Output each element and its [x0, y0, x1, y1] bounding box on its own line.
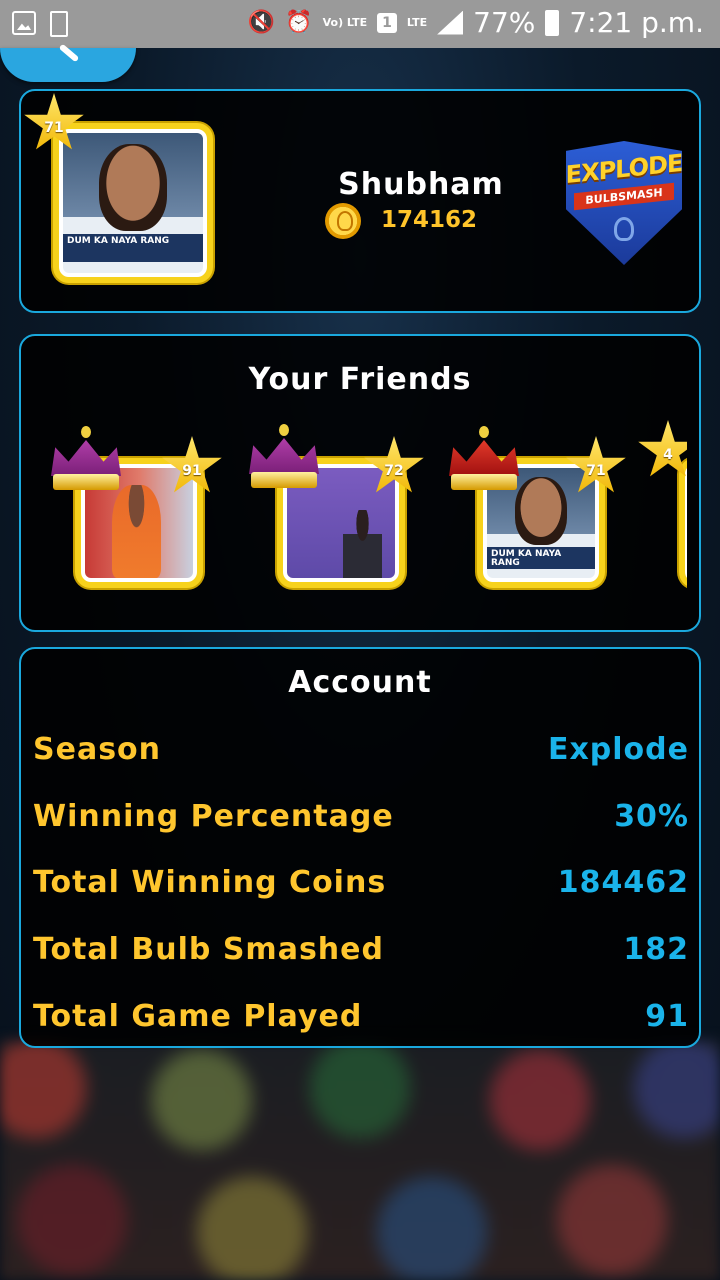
stat-label: Total Game Played	[33, 998, 363, 1034]
stat-value: 184462	[557, 864, 689, 900]
battery-icon	[545, 9, 560, 36]
friend-level: 71	[586, 463, 606, 479]
stat-label: Total Winning Coins	[33, 864, 387, 900]
sim-slot-indicator: 1	[377, 12, 397, 33]
stat-label: Winning Percentage	[33, 798, 394, 834]
mute-icon: 🔇	[247, 10, 276, 35]
friend-level: 4	[663, 447, 673, 463]
stat-row-total-winning-coins: Total Winning Coins 184462	[33, 862, 689, 902]
signal-icon	[437, 10, 464, 35]
friend-level: 91	[182, 463, 202, 479]
profile-panel: DUM KA NAYA RANG 71 Shubham 174162 EXPLO…	[19, 89, 701, 313]
friends-title: Your Friends	[248, 362, 472, 397]
gallery-notification-icon	[12, 11, 36, 35]
stat-row-winning-percentage: Winning Percentage 30%	[33, 796, 689, 836]
crown-icon	[247, 424, 321, 488]
season-badge[interactable]: EXPLODE BULBSMASH	[560, 133, 688, 267]
clock: 7:21 p.m.	[569, 6, 704, 39]
avatar-caption: DUM KA NAYA RANG	[63, 233, 203, 262]
friend-photo-caption: DUM KA NAYA RANG	[487, 547, 595, 570]
bulb-icon	[614, 217, 634, 241]
level-value: 71	[44, 120, 64, 136]
stat-value: 182	[623, 931, 689, 967]
stat-value: 91	[645, 998, 689, 1034]
friends-list[interactable]: 91 72 DUM KA NAYA RANG 71 4	[23, 416, 687, 596]
crown-icon	[49, 426, 123, 490]
friend-avatar[interactable]	[679, 458, 687, 588]
battery-percent: 77%	[473, 6, 536, 39]
crown-icon	[447, 426, 521, 490]
blurred-game-board	[0, 1040, 720, 1280]
coin-balance: 174162	[381, 207, 478, 233]
stat-label: Season	[33, 731, 162, 767]
stat-value: 30%	[614, 798, 689, 834]
volte-indicator: Vo) LTE	[322, 16, 368, 29]
avatar-photo: DUM KA NAYA RANG	[63, 133, 203, 273]
stat-label: Total Bulb Smashed	[33, 931, 384, 967]
network-type: LTE	[406, 16, 428, 29]
friends-panel: Your Friends 91 72 DUM KA NAYA RANG 71 4	[19, 334, 701, 632]
player-name: Shubham	[338, 167, 504, 202]
stat-row-total-game-played: Total Game Played 91	[33, 996, 689, 1036]
stat-value: Explode	[547, 731, 689, 767]
profile-avatar[interactable]: DUM KA NAYA RANG	[53, 123, 213, 283]
status-bar: 🔇 ⏰ Vo) LTE 1 LTE 77% 7:21 p.m.	[0, 0, 720, 48]
stat-row-season: Season Explode	[33, 729, 689, 769]
alarm-icon: ⏰	[285, 10, 313, 35]
account-title: Account	[288, 665, 432, 700]
friend-level: 72	[384, 463, 404, 479]
coin-icon	[325, 203, 361, 239]
back-button[interactable]	[0, 43, 136, 82]
stat-row-total-bulb-smashed: Total Bulb Smashed 182	[33, 929, 689, 969]
battery-saver-notification-icon	[50, 11, 68, 37]
account-panel: Account Season Explode Winning Percentag…	[19, 647, 701, 1048]
